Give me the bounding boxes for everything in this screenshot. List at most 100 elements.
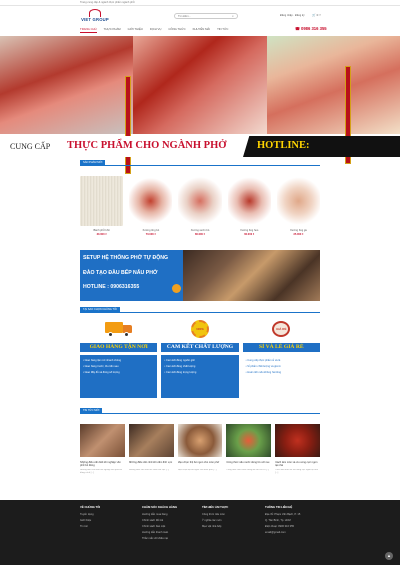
news-image[interactable] bbox=[226, 424, 272, 457]
banner-image-bones bbox=[0, 36, 134, 134]
banner-image-ribs bbox=[133, 36, 267, 134]
news-title[interactable]: Mẹo chọn thịt bò ngon cho món phở bbox=[178, 461, 223, 468]
top-bar-text: Trang cung cấp & ngành thực phẩm ngành p… bbox=[80, 1, 135, 4]
footer-link[interactable]: Thắc mắc về khiếu nại bbox=[142, 537, 177, 540]
main-nav: TRANG CHỦ THỰC PHẨM GIỚI THIỆU DỊCH VỤ C… bbox=[0, 26, 400, 34]
product-image[interactable] bbox=[129, 176, 173, 226]
news-excerpt: Những điều cần biết khi nghiệp vốn phở b… bbox=[80, 469, 122, 474]
nav-item-food[interactable]: THỰC PHẨM bbox=[104, 27, 121, 33]
footer-link[interactable]: Tuyển dụng bbox=[80, 513, 100, 516]
nav-item-services[interactable]: DỊCH VỤ bbox=[150, 27, 162, 33]
footer-col-contact: THÔNG TIN LIÊN HỆ Địa chỉ: Phạm Văn Bạch… bbox=[265, 505, 300, 537]
news-excerpt: Những điều cần nhớ khi cầm lĩnh vực [...… bbox=[128, 469, 170, 471]
account-links[interactable]: Đăng nhập · Đăng ký bbox=[280, 14, 305, 17]
news-title[interactable]: Cách làm món xá xíu xong cực ngon tại nh… bbox=[275, 461, 320, 468]
footer-heading: TÌM HIỂU ẨM THỰC bbox=[202, 505, 229, 509]
footer-link[interactable]: Giới thiệu bbox=[80, 519, 100, 522]
news-item[interactable]: Cách làm món xá xíu xong cực ngon tại nh… bbox=[275, 424, 320, 490]
footer-contact-line: Địa chỉ: Phạm Văn Bạch, P. 15 bbox=[265, 513, 301, 516]
logo[interactable]: VIET GROUP bbox=[80, 9, 110, 23]
section-title-why-label: TẠI SAO CHỌN CHÚNG TÔI bbox=[80, 307, 120, 313]
news-title[interactable]: Những điều cần biết khi nghiệp vốn phở b… bbox=[80, 461, 125, 468]
header-phone[interactable]: ☎0986 316 355 bbox=[295, 26, 327, 31]
product-price: 35.000 ₫ bbox=[293, 233, 304, 236]
footer-col-support: CHĂM SÓC KHÁCH HÀNG Hướng dẫn mua hàng C… bbox=[142, 505, 177, 543]
cart-button[interactable]: 🛒 0 ₫ bbox=[312, 13, 321, 17]
news-item[interactable]: Những điều cần biết khi nghiệp vốn phở b… bbox=[80, 424, 125, 490]
news-list: Những điều cần biết khi nghiệp vốn phở b… bbox=[80, 424, 320, 490]
why-item: • Hoàn tiền nếu không hài lòng bbox=[245, 371, 282, 374]
hero-banner[interactable] bbox=[0, 36, 400, 174]
footer-col-cuisine: TÌM HIỂU ẨM THỰC Công thức nấu món Ý ngh… bbox=[202, 505, 228, 531]
product-card[interactable]: Bánh phở khô 30.000 ₫ bbox=[80, 176, 124, 244]
product-image[interactable] bbox=[276, 176, 321, 226]
setup-line-3: HOTLINE : 0906316355 bbox=[83, 284, 140, 290]
footer-link[interactable]: Chính sách đổi trả bbox=[142, 519, 177, 522]
product-card[interactable]: Xương ống gà 35.000 ₫ bbox=[276, 176, 321, 244]
footer-link[interactable]: Mẹo vặt nhà bếp bbox=[202, 525, 228, 528]
search-input[interactable] bbox=[178, 14, 232, 18]
footer-col-about: VỀ CHÚNG TÔI Tuyển dụng Giới thiệu Tin t… bbox=[80, 505, 100, 531]
product-image[interactable] bbox=[178, 176, 222, 226]
headline-banner: CUNG CẤP THỰC PHẨM CHO NGÀNH PHỞ HOTLINE… bbox=[0, 136, 400, 157]
footer-link[interactable]: Chính sách bảo mật bbox=[142, 525, 177, 528]
news-image[interactable] bbox=[128, 424, 174, 457]
page: Trang cung cấp & ngành thực phẩm ngành p… bbox=[0, 0, 400, 565]
section-title-news-label: TIN TỨC MỚI bbox=[80, 408, 103, 414]
product-price: 70.000 ₫ bbox=[145, 233, 156, 236]
footer-link[interactable]: Tin tức bbox=[80, 525, 100, 528]
footer-link[interactable]: Hướng dẫn mua hàng bbox=[142, 513, 177, 516]
setup-line-1: SETUP HỆ THỐNG PHỞ TỰ ĐỘNG bbox=[83, 255, 169, 261]
news-title[interactable]: Những điều cần nhớ khi cầm lĩnh vực bbox=[129, 461, 174, 468]
news-title[interactable]: Công thức nấu nước dùng bò với rau bbox=[226, 461, 271, 468]
product-card[interactable]: Xương ống bò 70.000 ₫ bbox=[129, 176, 173, 244]
why-column-title: GIAO HÀNG TẬN NƠI bbox=[80, 343, 158, 352]
product-name[interactable]: Xương sườn bò bbox=[178, 229, 221, 232]
nav-item-home[interactable]: TRANG CHỦ bbox=[80, 27, 97, 33]
product-card[interactable]: Xương ống heo 60.000 ₫ bbox=[227, 176, 271, 244]
nav-item-news[interactable]: TIN TỨC bbox=[217, 27, 228, 33]
why-column-list: • Giao hàng tận nơi nhanh chóng • Giao h… bbox=[80, 355, 158, 398]
delivery-truck-icon bbox=[104, 320, 133, 338]
section-title-products: SẢN PHẨM MỚI bbox=[80, 160, 320, 166]
product-price: 30.000 ₫ bbox=[96, 233, 107, 236]
product-name[interactable]: Xương ống bò bbox=[129, 229, 172, 232]
why-item: • Cung cấp thực phẩm sỉ và lẻ bbox=[245, 359, 281, 362]
pointer-hand-icon bbox=[172, 284, 181, 293]
product-name[interactable]: Xương ống heo bbox=[228, 229, 271, 232]
logo-mark-icon bbox=[89, 9, 101, 17]
footer: VỀ CHÚNG TÔI Tuyển dụng Giới thiệu Tin t… bbox=[0, 500, 400, 565]
logo-text: VIET GROUP bbox=[81, 17, 109, 22]
headline-hotline-box: HOTLINE: bbox=[243, 136, 400, 157]
news-item[interactable]: Những điều cần nhớ khi cầm lĩnh vực Nhữn… bbox=[128, 424, 174, 490]
footer-link[interactable]: Hướng dẫn thanh toán bbox=[142, 531, 177, 534]
footer-contact-line[interactable]: email@gmail.com bbox=[265, 531, 300, 534]
news-item[interactable]: Mẹo chọn thịt bò ngon cho món phở Mẹo ch… bbox=[177, 424, 223, 490]
news-image[interactable] bbox=[177, 424, 223, 457]
nav-item-promotions[interactable]: KHUYẾN MÃI bbox=[193, 27, 210, 33]
nav-item-about[interactable]: GIỚI THIỆU bbox=[128, 27, 143, 33]
product-card[interactable]: Xương sườn bò 80.000 ₫ bbox=[178, 176, 222, 244]
news-image[interactable] bbox=[80, 424, 125, 457]
header-phone-number: 0986 316 355 bbox=[300, 26, 327, 31]
footer-link[interactable]: Công thức nấu món bbox=[202, 513, 228, 516]
search-icon[interactable]: ⌕ bbox=[232, 14, 236, 18]
news-item[interactable]: Công thức nấu nước dùng bò với rau Công … bbox=[226, 424, 272, 490]
product-image[interactable] bbox=[227, 176, 271, 226]
cheap-price-stamp-icon: GIÁ RẺ bbox=[272, 320, 291, 337]
product-name[interactable]: Bánh phở khô bbox=[80, 229, 123, 232]
footer-link[interactable]: Ý nghĩa các món bbox=[202, 519, 228, 522]
why-item: • Giao hàng trước, thu tiền sau bbox=[83, 365, 119, 368]
footer-contact-line: Q. Tân Bình, Tp. HCM bbox=[265, 519, 291, 522]
why-item: • Cam kết đúng nguồn gốc bbox=[164, 359, 195, 362]
back-to-top-icon[interactable]: ▲ bbox=[385, 552, 393, 560]
news-image[interactable] bbox=[275, 424, 320, 457]
product-image[interactable] bbox=[80, 176, 124, 226]
nav-item-recipes[interactable]: CÔNG THỨC bbox=[168, 27, 185, 33]
product-price: 80.000 ₫ bbox=[195, 233, 205, 236]
search-box: ⌕ bbox=[174, 13, 238, 19]
product-name[interactable]: Xương ống gà bbox=[277, 229, 320, 232]
why-item: • Sỉ phẩm chất lượng và giá rẻ bbox=[245, 365, 281, 368]
setup-banner[interactable]: SETUP HỆ THỐNG PHỞ TỰ ĐỘNG ĐÀO TẠO ĐẦU B… bbox=[80, 250, 320, 301]
setup-text-panel: SETUP HỆ THỐNG PHỞ TỰ ĐỘNG ĐÀO TẠO ĐẦU B… bbox=[80, 250, 183, 301]
